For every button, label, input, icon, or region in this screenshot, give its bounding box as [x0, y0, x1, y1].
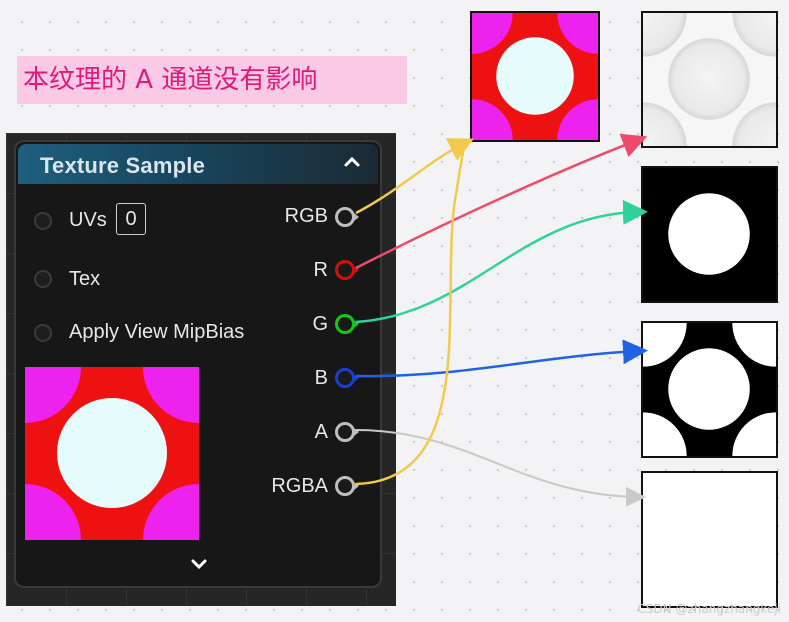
a-wire — [355, 429, 646, 507]
g-wire — [355, 199, 648, 324]
watermark: CSDN @zhangzhangkeji — [637, 602, 781, 616]
b-wire — [355, 339, 648, 378]
r-wire — [355, 133, 648, 270]
rgba-wire — [355, 142, 467, 486]
rgb-wire — [355, 138, 474, 215]
connection-wires — [355, 133, 648, 507]
